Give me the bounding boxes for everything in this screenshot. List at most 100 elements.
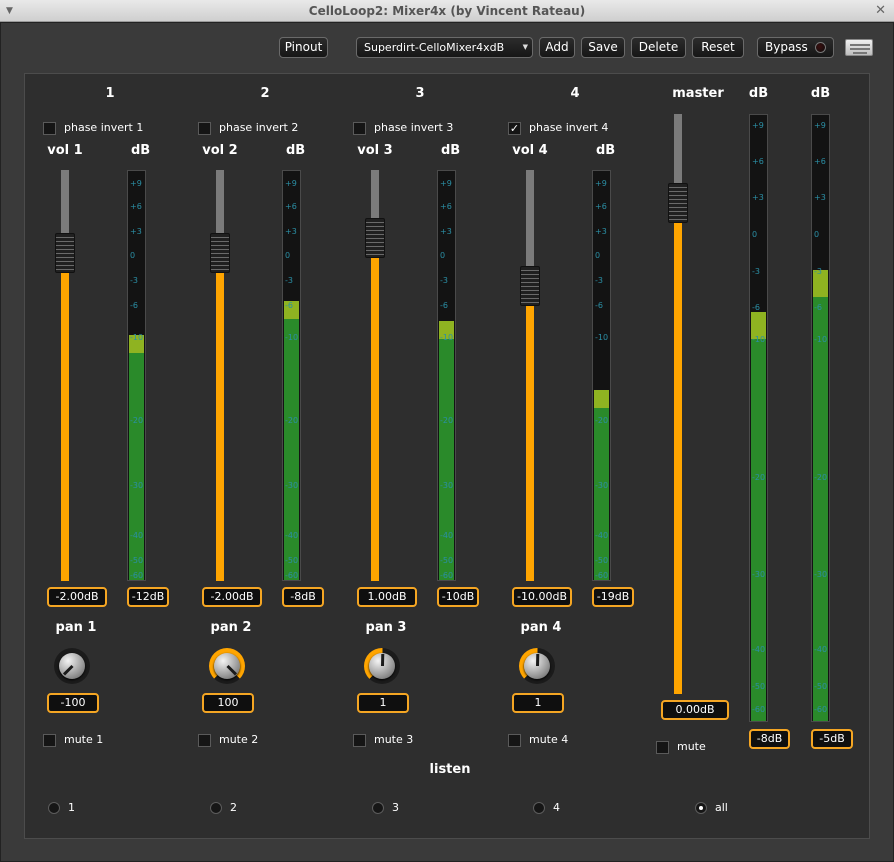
meter-value-box: -19dB	[592, 587, 634, 607]
level-meter-peak	[594, 390, 609, 408]
meter-tick-label: -3	[440, 276, 448, 285]
volume-value-box[interactable]: -2.00dB	[202, 587, 262, 607]
meter-tick-label: -10	[130, 333, 144, 342]
meter-tick-label: +6	[814, 157, 826, 166]
listen-radio-4[interactable]	[533, 802, 545, 814]
meter-tick-label: -40	[814, 645, 828, 654]
meter-tick-label: 0	[130, 251, 136, 260]
meter-tick-label: +3	[285, 227, 297, 236]
pan-value-box[interactable]: 1	[512, 693, 564, 713]
phase-invert-label: phase invert 4	[529, 121, 609, 134]
listen-radio-2[interactable]	[210, 802, 222, 814]
pan-knob[interactable]	[54, 648, 90, 684]
master-label: master	[672, 86, 724, 101]
phase-invert-checkbox[interactable]: ✓	[508, 122, 521, 135]
meter-tick-label: -10	[595, 333, 609, 342]
pan-value-box[interactable]: 1	[357, 693, 409, 713]
meter-tick-label: -6	[752, 303, 760, 312]
chevron-down-icon: ▼	[522, 43, 528, 51]
volume-fader-thumb[interactable]	[365, 218, 385, 258]
db-label: dB	[596, 143, 616, 158]
meter-tick-label: 0	[752, 230, 758, 239]
meter-tick-label: -20	[814, 473, 828, 482]
meter-tick-label: -40	[440, 531, 454, 540]
volume-value-box[interactable]: -10.00dB	[512, 587, 572, 607]
meter-tick-label: -6	[130, 301, 138, 310]
meter-tick-label: +9	[130, 179, 142, 188]
meter-tick-label: +9	[285, 179, 297, 188]
meter-tick-label: -6	[595, 301, 603, 310]
phase-invert-checkbox[interactable]	[353, 122, 366, 135]
meter-tick-label: -50	[752, 682, 766, 691]
pan-knob-indicator	[536, 653, 540, 667]
keyboard-icon[interactable]	[845, 39, 873, 56]
volume-value-box[interactable]: 1.00dB	[357, 587, 417, 607]
meter-tick-label: -40	[285, 531, 299, 540]
title-bar: ▼ CelloLoop2: Mixer4x (by Vincent Rateau…	[0, 0, 894, 22]
meter-tick-label: -20	[752, 473, 766, 482]
reset-button[interactable]: Reset	[692, 37, 744, 58]
volume-value-box[interactable]: -2.00dB	[47, 587, 107, 607]
pan-knob[interactable]	[209, 648, 245, 684]
master-level-meter-level	[751, 339, 766, 721]
meter-tick-label: -20	[595, 416, 609, 425]
meter-tick-label: +6	[595, 202, 607, 211]
meter-tick-label: -6	[814, 303, 822, 312]
master-fader-fill	[674, 221, 682, 694]
window-title: CelloLoop2: Mixer4x (by Vincent Rateau)	[308, 4, 586, 18]
listen-radio-1[interactable]	[48, 802, 60, 814]
master-fader-thumb[interactable]	[668, 183, 688, 223]
level-meter-level	[594, 408, 609, 580]
channel-number: 3	[415, 86, 425, 101]
mute-checkbox[interactable]	[43, 734, 56, 747]
mute-checkbox[interactable]	[508, 734, 521, 747]
mute-label: mute 1	[64, 733, 104, 746]
window-menu-icon[interactable]: ▼	[6, 0, 13, 22]
listen-radio-3[interactable]	[372, 802, 384, 814]
meter-tick-label: +3	[130, 227, 142, 236]
pan-knob[interactable]	[364, 648, 400, 684]
master-volume-value-box[interactable]: 0.00dB	[661, 700, 729, 720]
meter-tick-label: -30	[752, 570, 766, 579]
meter-tick-label: -10	[752, 335, 766, 344]
meter-tick-label: -50	[440, 556, 454, 565]
meter-tick-label: -6	[285, 301, 293, 310]
save-button[interactable]: Save	[581, 37, 625, 58]
pan-knob[interactable]	[519, 648, 555, 684]
bypass-led-icon	[815, 42, 826, 53]
listen-label: listen	[429, 762, 471, 777]
delete-button[interactable]: Delete	[631, 37, 686, 58]
meter-tick-label: -50	[814, 682, 828, 691]
meter-tick-label: -60	[814, 705, 828, 714]
meter-tick-label: -40	[595, 531, 609, 540]
meter-tick-label: 0	[440, 251, 446, 260]
volume-fader-thumb[interactable]	[55, 233, 75, 273]
meter-tick-label: -6	[440, 301, 448, 310]
pan-value-box[interactable]: -100	[47, 693, 99, 713]
volume-fader-fill	[61, 271, 69, 581]
listen-radio-all[interactable]	[695, 802, 707, 814]
mute-checkbox[interactable]	[198, 734, 211, 747]
vol-label: vol 4	[512, 143, 548, 158]
phase-invert-label: phase invert 1	[64, 121, 144, 134]
pinout-button[interactable]: Pinout	[279, 37, 328, 58]
pan-value-box[interactable]: 100	[202, 693, 254, 713]
add-button[interactable]: Add	[539, 37, 575, 58]
volume-fader-thumb[interactable]	[210, 233, 230, 273]
volume-fader-thumb[interactable]	[520, 266, 540, 306]
mute-label: mute 4	[529, 733, 569, 746]
phase-invert-checkbox[interactable]	[43, 122, 56, 135]
phase-invert-checkbox[interactable]	[198, 122, 211, 135]
meter-tick-label: -30	[814, 570, 828, 579]
level-meter-level	[284, 319, 299, 580]
close-icon[interactable]: ✕	[875, 0, 886, 22]
channel-number: 4	[570, 86, 580, 101]
master-mute-checkbox[interactable]	[656, 741, 669, 754]
listen-radio-label: all	[715, 801, 728, 814]
meter-tick-label: -3	[814, 267, 822, 276]
mute-label: mute 3	[374, 733, 414, 746]
master-level-meter: +9 +6 +3 0 -3 -6 -10 -20 -30 -40 -50 -60	[749, 114, 768, 722]
meter-tick-label: -60	[130, 571, 144, 580]
mute-checkbox[interactable]	[353, 734, 366, 747]
preset-select[interactable]: Superdirt-CelloMixer4xdB ▼	[356, 37, 533, 58]
